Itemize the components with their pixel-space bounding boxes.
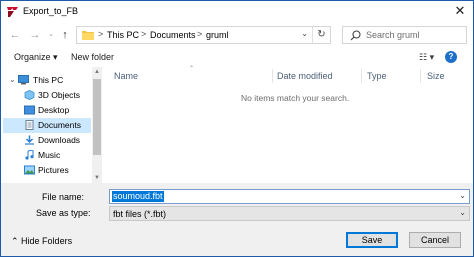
- hide-folders-label: Hide Folders: [21, 236, 73, 246]
- breadcrumb-this-pc[interactable]: This PC: [107, 30, 139, 40]
- tree-label: This PC: [33, 75, 64, 85]
- tree-label: Pictures: [38, 165, 69, 175]
- tree-item-documents[interactable]: Documents: [3, 118, 91, 133]
- tree-item-downloads[interactable]: Downloads: [3, 133, 91, 148]
- tree-item-3d-objects[interactable]: 3D Objects: [3, 88, 91, 103]
- scrollbar-thumb[interactable]: [93, 79, 101, 155]
- column-divider[interactable]: [272, 69, 273, 83]
- expand-chevron-icon[interactable]: ⌄: [9, 75, 16, 84]
- address-bar[interactable]: > This PC > Documents > gruml ⌄ ↻: [76, 26, 331, 44]
- save-as-type-select[interactable]: fbt files (*.fbt) ⌄: [109, 206, 470, 221]
- tree-item-desktop[interactable]: Desktop: [3, 103, 91, 118]
- desktop-icon: [24, 105, 35, 115]
- tree-label: Music: [38, 150, 61, 160]
- file-name-label: File name:: [42, 192, 85, 202]
- tree-label: 3D Objects: [38, 90, 81, 100]
- search-box[interactable]: Search gruml: [342, 26, 467, 44]
- save-as-type-dropdown-icon[interactable]: ⌄: [459, 208, 466, 217]
- save-button[interactable]: Save: [346, 232, 398, 248]
- search-icon: [350, 30, 361, 41]
- scroll-up-icon[interactable]: ▲: [92, 67, 102, 77]
- cancel-button[interactable]: Cancel: [409, 232, 461, 248]
- computer-icon: [18, 75, 29, 85]
- forward-arrow-icon[interactable]: →: [29, 28, 41, 42]
- app-logo-icon: [7, 7, 18, 17]
- file-name-value: soumoud.fbt: [112, 191, 164, 202]
- file-name-input[interactable]: soumoud.fbt ⌄: [109, 189, 470, 204]
- breadcrumb-documents[interactable]: Documents: [150, 30, 196, 40]
- back-arrow-icon[interactable]: ←: [9, 28, 21, 42]
- title-bar: Export_to_FB ✕: [1, 1, 473, 23]
- close-icon[interactable]: ✕: [453, 4, 467, 18]
- breadcrumb-gruml[interactable]: gruml: [206, 30, 229, 40]
- tree-item-this-pc[interactable]: ⌄ This PC: [3, 73, 91, 88]
- empty-list-message: No items match your search.: [241, 93, 350, 103]
- scroll-down-icon[interactable]: ▼: [92, 173, 102, 183]
- window-title: Export_to_FB: [23, 6, 79, 16]
- cube-icon: [24, 90, 35, 100]
- search-placeholder: Search gruml: [366, 30, 420, 40]
- command-toolbar: Organize ▾ New folder ☷ ▾ ?: [1, 49, 473, 67]
- address-dropdown-icon[interactable]: ⌄: [301, 29, 308, 38]
- hide-folders-toggle[interactable]: ⌃ Hide Folders: [11, 236, 72, 247]
- recent-locations-chevron-icon[interactable]: ⌄: [45, 28, 57, 42]
- help-icon[interactable]: ?: [445, 51, 457, 63]
- breadcrumb-separator: >: [141, 29, 147, 39]
- column-header-type[interactable]: Type: [367, 71, 387, 81]
- navigation-bar: ← → ⌄ ↑ > This PC > Documents > gruml ⌄ …: [1, 23, 473, 47]
- navigation-pane: ⌄ This PC 3D Objects Desktop Documents D…: [3, 67, 102, 183]
- pictures-icon: [24, 165, 35, 175]
- sort-caret-icon: ⌃: [189, 66, 195, 72]
- column-divider[interactable]: [361, 69, 362, 83]
- music-icon: [25, 150, 34, 160]
- documents-icon: [25, 120, 34, 130]
- tree-label: Downloads: [38, 135, 81, 145]
- refresh-icon[interactable]: ↻: [312, 27, 330, 43]
- file-name-dropdown-icon[interactable]: ⌄: [459, 191, 466, 200]
- column-header-size[interactable]: Size: [427, 71, 445, 81]
- column-divider[interactable]: [420, 69, 421, 83]
- save-as-type-label: Save as type:: [36, 208, 91, 218]
- tree-label: Documents: [38, 120, 81, 130]
- save-dialog: Export_to_FB ✕ ← → ⌄ ↑ > This PC > Docum…: [0, 0, 474, 257]
- column-header-date-modified[interactable]: Date modified: [277, 71, 333, 81]
- tree-item-music[interactable]: Music: [3, 148, 91, 163]
- organize-menu-button[interactable]: Organize ▾: [14, 52, 58, 63]
- chevron-up-icon: ⌃: [11, 236, 22, 246]
- nav-pane-scrollbar[interactable]: ▲ ▼: [92, 67, 102, 183]
- breadcrumb-separator: >: [98, 29, 104, 39]
- tree-item-pictures[interactable]: Pictures: [3, 163, 91, 178]
- folder-icon: [82, 31, 94, 40]
- breadcrumb-separator: >: [197, 29, 203, 39]
- up-arrow-icon[interactable]: ↑: [59, 28, 71, 42]
- dialog-footer: ⌃ Hide Folders Save Cancel: [1, 225, 473, 256]
- save-as-type-value: fbt files (*.fbt): [113, 209, 167, 219]
- save-fields: File name: soumoud.fbt ⌄ Save as type: f…: [1, 187, 473, 225]
- column-header-name[interactable]: Name: [114, 71, 138, 81]
- downloads-icon: [25, 135, 34, 145]
- new-folder-button[interactable]: New folder: [71, 52, 114, 62]
- file-list: ⌃ Name Date modified Type Size No items …: [107, 66, 473, 183]
- view-options-icon[interactable]: ☷ ▾: [419, 52, 434, 63]
- tree-label: Desktop: [38, 105, 70, 115]
